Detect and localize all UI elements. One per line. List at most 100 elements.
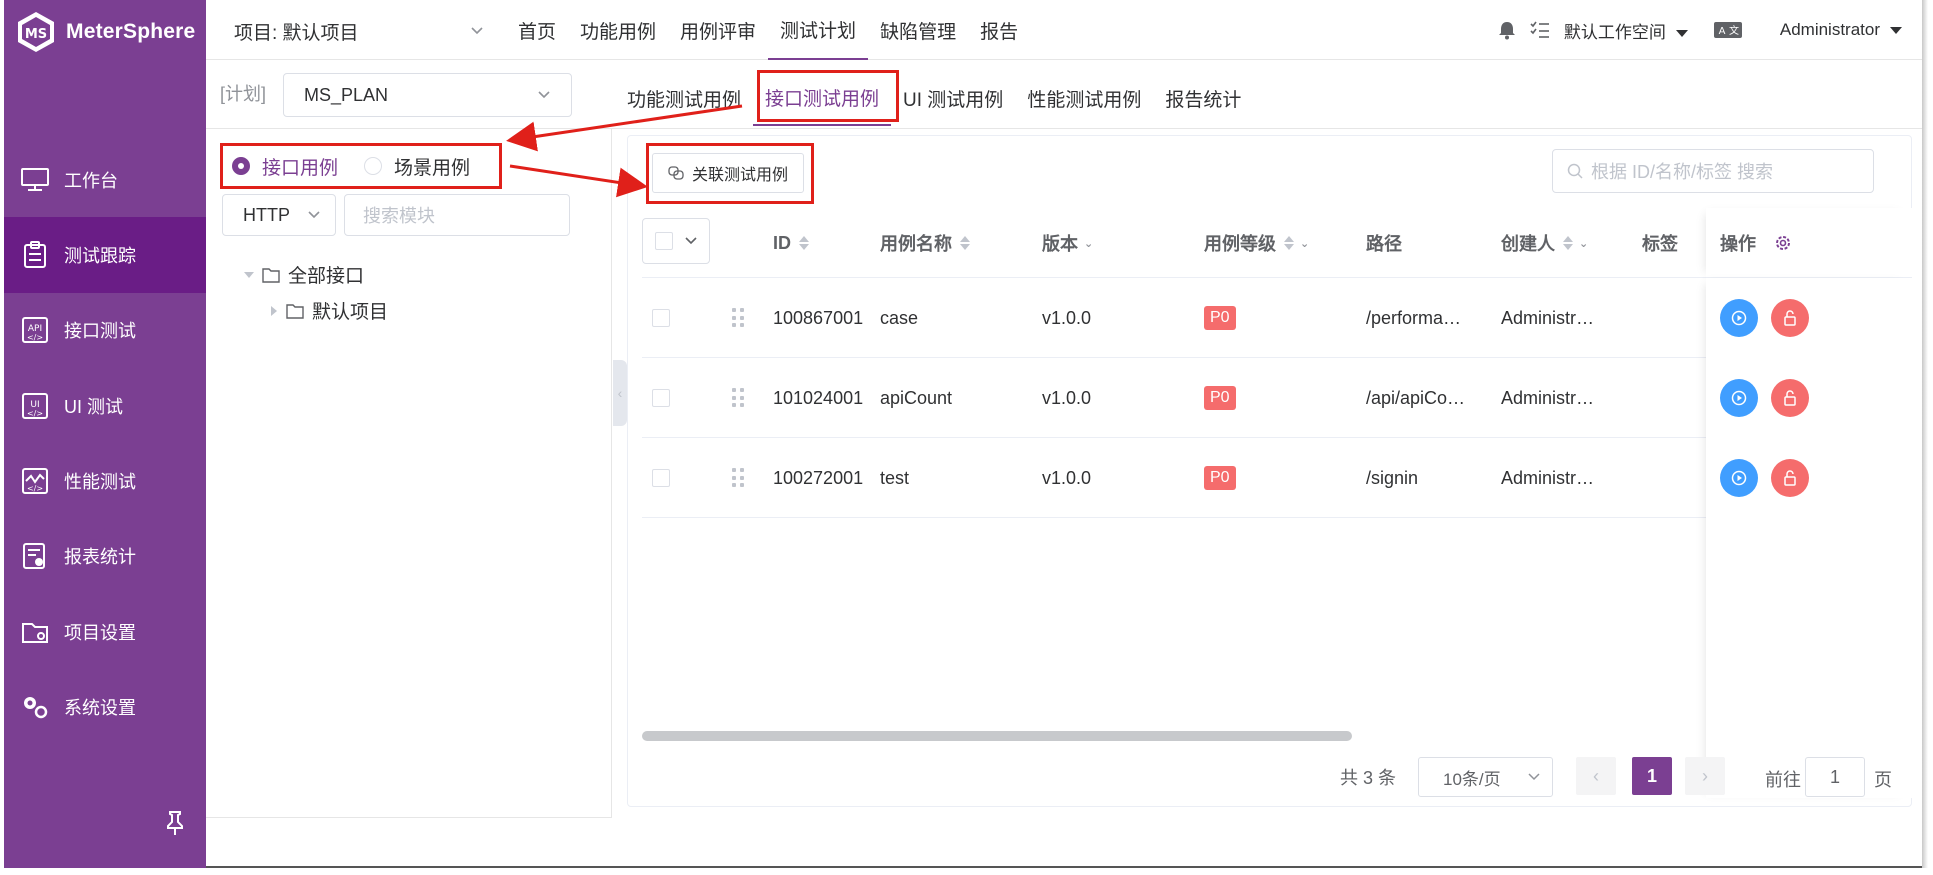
svg-text:MS: MS xyxy=(25,27,47,42)
radio-dot xyxy=(232,157,250,175)
workspace-select[interactable]: 默认工作空间 xyxy=(1564,18,1688,43)
unlock-icon xyxy=(1784,390,1796,406)
folder-icon xyxy=(262,267,280,283)
sidebar: MS MeterSphere 工作台 测试跟踪 API </> 接口测试 UI </… xyxy=(4,0,206,868)
sidebar-item-system-settings[interactable]: 系统设置 xyxy=(4,669,206,745)
menu-case-review[interactable]: 用例评审 xyxy=(668,0,768,60)
tab-performance-cases[interactable]: 性能测试用例 xyxy=(1015,70,1153,126)
row-checkbox[interactable] xyxy=(652,278,670,358)
case-search-input[interactable]: 根据 ID/名称/标签 搜索 xyxy=(1552,149,1874,193)
sidebar-item-performance-test[interactable]: </> 性能测试 xyxy=(4,443,206,519)
task-list-icon[interactable] xyxy=(1530,21,1550,39)
module-search-input[interactable]: 搜索模块 xyxy=(344,194,570,236)
column-header-creator[interactable]: 创建人 ⌄ xyxy=(1501,208,1588,278)
sort-icon[interactable] xyxy=(1284,236,1294,250)
column-header-path[interactable]: 路径 xyxy=(1366,208,1402,278)
sidebar-item-report[interactable]: 报表统计 xyxy=(4,518,206,594)
drag-handle-icon[interactable] xyxy=(732,358,744,438)
menu-home[interactable]: 首页 xyxy=(506,0,568,60)
protocol-select[interactable]: HTTP xyxy=(222,194,336,236)
sidebar-item-ui-test[interactable]: UI </> UI 测试 xyxy=(4,368,206,444)
menu-test-plan[interactable]: 测试计划 xyxy=(768,0,869,60)
user-menu[interactable]: Administrator xyxy=(1780,20,1902,40)
next-page-button[interactable]: › xyxy=(1685,757,1725,795)
link-test-case-button[interactable]: 关联测试用例 xyxy=(652,153,804,193)
unlink-button[interactable] xyxy=(1771,459,1809,497)
radio-api-case[interactable]: 接口用例 xyxy=(232,153,338,180)
priority-badge: P0 xyxy=(1204,386,1236,410)
protocol-value: HTTP xyxy=(243,204,290,225)
drag-handle-icon[interactable] xyxy=(732,278,744,358)
row-checkbox[interactable] xyxy=(652,358,670,438)
language-icon[interactable]: A文 xyxy=(1713,22,1742,38)
logo[interactable]: MS MeterSphere xyxy=(14,10,195,54)
run-button[interactable] xyxy=(1720,379,1758,417)
caret-right-icon[interactable] xyxy=(270,305,278,316)
column-header-name[interactable]: 用例名称 xyxy=(880,208,970,278)
column-header-level[interactable]: 用例等级 ⌄ xyxy=(1204,208,1309,278)
run-button[interactable] xyxy=(1720,459,1758,497)
sidebar-item-api-test[interactable]: API </> 接口测试 xyxy=(4,292,206,368)
tree-node-default-project[interactable]: 默认项目 xyxy=(270,297,388,324)
column-header-id[interactable]: ID xyxy=(773,208,809,278)
tab-ui-cases[interactable]: UI 测试用例 xyxy=(891,70,1015,126)
column-header-version[interactable]: 版本 ⌄ xyxy=(1042,208,1093,278)
app-root: MS MeterSphere 工作台 测试跟踪 API </> 接口测试 UI </… xyxy=(0,0,1933,875)
checkbox[interactable] xyxy=(652,469,670,487)
select-all-checkbox[interactable] xyxy=(655,232,673,250)
link-icon xyxy=(668,166,684,180)
column-settings-gear-icon[interactable] xyxy=(1774,234,1792,252)
prev-page-button[interactable]: ‹ xyxy=(1576,757,1616,795)
unlink-button[interactable] xyxy=(1771,299,1809,337)
cell-path: /signin xyxy=(1366,467,1419,488)
cell-version: v1.0.0 xyxy=(1042,307,1092,328)
tree-node-label: 全部接口 xyxy=(288,266,365,287)
tab-api-cases[interactable]: 接口测试用例 xyxy=(753,70,892,126)
tab-report-stats[interactable]: 报告统计 xyxy=(1153,70,1253,126)
filter-chevron-icon[interactable]: ⌄ xyxy=(1579,237,1588,250)
collapse-panel-handle[interactable]: ‹ xyxy=(613,360,627,426)
sort-icon[interactable] xyxy=(1563,236,1573,250)
tab-functional-cases[interactable]: 功能测试用例 xyxy=(615,70,753,126)
filter-chevron-icon[interactable]: ⌄ xyxy=(1300,237,1309,250)
checkbox[interactable] xyxy=(652,309,670,327)
page-size-select[interactable]: 10条/页 xyxy=(1418,757,1553,797)
checkbox[interactable] xyxy=(652,389,670,407)
unlink-button[interactable] xyxy=(1771,379,1809,417)
run-button[interactable] xyxy=(1720,299,1758,337)
horizontal-scrollbar[interactable] xyxy=(642,731,1352,741)
bell-icon[interactable] xyxy=(1498,20,1516,40)
sidebar-item-workbench[interactable]: 工作台 xyxy=(4,142,206,218)
page-number-current[interactable]: 1 xyxy=(1632,757,1672,795)
cell-version: v1.0.0 xyxy=(1042,467,1092,488)
tree-node-root[interactable]: 全部接口 xyxy=(244,261,364,288)
case-search-placeholder: 根据 ID/名称/标签 搜索 xyxy=(1591,162,1774,182)
svg-text:</>: </> xyxy=(27,333,43,342)
drag-handle-icon[interactable] xyxy=(732,438,744,518)
sidebar-item-test-track[interactable]: 测试跟踪 xyxy=(4,217,206,293)
chevron-left-icon: ‹ xyxy=(617,385,623,401)
menu-defects[interactable]: 缺陷管理 xyxy=(868,0,968,60)
sidebar-item-project-settings[interactable]: 项目设置 xyxy=(4,594,206,670)
column-header-label: 路径 xyxy=(1366,234,1402,254)
menu-functional-cases[interactable]: 功能用例 xyxy=(568,0,668,60)
metersphere-logo-icon: MS xyxy=(18,12,54,52)
project-select[interactable]: 项目: 默认项目 xyxy=(234,16,484,46)
sort-icon[interactable] xyxy=(799,236,809,250)
cell-name: apiCount xyxy=(880,387,953,408)
cell-id: 100867001 xyxy=(773,307,864,328)
plan-select[interactable]: MS_PLAN xyxy=(283,73,572,117)
menu-report[interactable]: 报告 xyxy=(968,0,1030,60)
sort-icon[interactable] xyxy=(960,236,970,250)
select-all-dropdown[interactable] xyxy=(642,218,710,264)
priority-badge: P0 xyxy=(1204,466,1236,490)
radio-scenario-case[interactable]: 场景用例 xyxy=(364,153,470,180)
row-checkbox[interactable] xyxy=(652,438,670,518)
cell-version: v1.0.0 xyxy=(1042,387,1092,408)
cell-level: P0 xyxy=(1204,278,1236,358)
filter-chevron-icon[interactable]: ⌄ xyxy=(1084,237,1093,250)
pin-icon[interactable] xyxy=(164,810,186,836)
goto-page-input[interactable]: 1 xyxy=(1805,757,1865,797)
link-test-case-label: 关联测试用例 xyxy=(691,167,788,184)
caret-expanded-icon[interactable] xyxy=(244,271,254,279)
